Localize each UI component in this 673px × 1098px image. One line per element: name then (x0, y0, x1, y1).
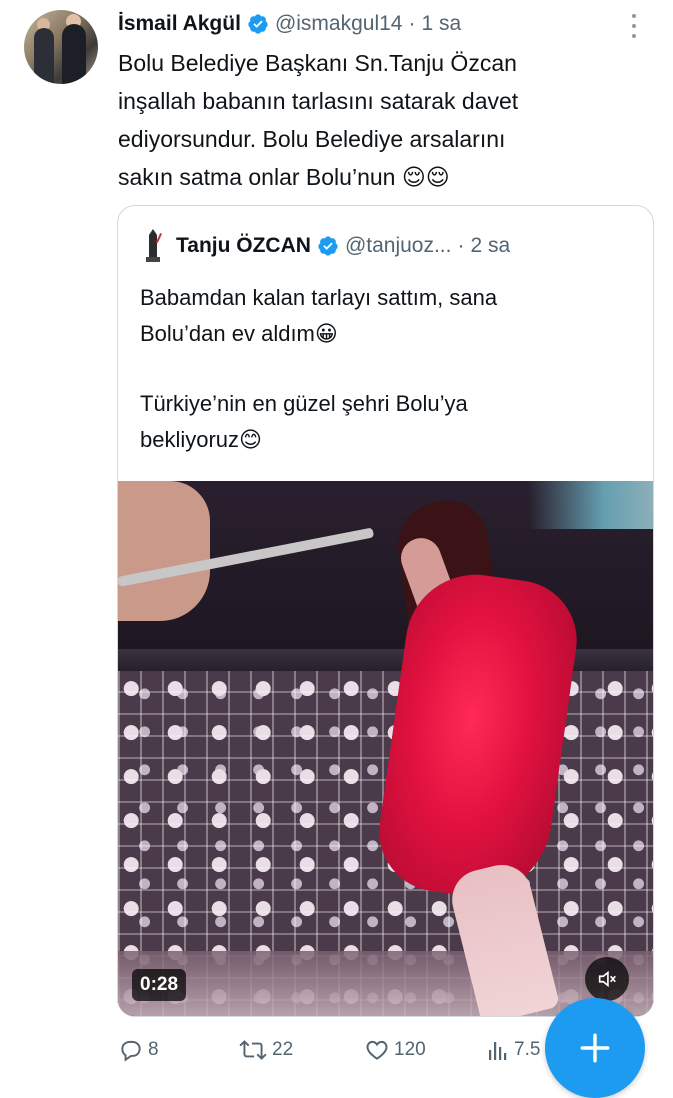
retweet-button[interactable]: 22 (238, 1032, 293, 1068)
like-button[interactable]: 120 (364, 1032, 426, 1068)
tweet-text-line: inşallah babanın tarlasını satarak davet (118, 88, 519, 114)
quoted-tweet-time[interactable]: 2 sa (470, 234, 510, 258)
quoted-text-line: Bolu’dan ev aldım😀 (140, 321, 338, 346)
video-duration: 0:28 (132, 969, 187, 1001)
video-player[interactable]: 0:28 (118, 481, 653, 1016)
tweet[interactable]: İsmail Akgül @ismakgul14 · 1 sa Bolu Bel… (0, 0, 673, 1098)
tweet-text-line: Bolu Belediye Başkanı Sn.Tanju Özcan (118, 50, 517, 76)
separator-dot: · (457, 234, 465, 257)
quoted-author-name[interactable]: Tanju ÖZCAN (176, 234, 311, 258)
verified-badge-icon (317, 235, 339, 257)
author-name[interactable]: İsmail Akgül (118, 12, 241, 36)
author-avatar[interactable] (24, 10, 98, 84)
quoted-text-line: bekliyoruz😊 (140, 427, 262, 452)
mute-icon[interactable] (585, 957, 629, 1001)
views-button[interactable]: 7.5 (488, 1032, 540, 1068)
quoted-text-line: Türkiye’nin en güzel şehri Bolu’ya (140, 391, 468, 416)
retweet-icon (239, 1040, 267, 1060)
reply-icon (121, 1040, 141, 1062)
tweet-text-line: sakın satma onlar Bolu’nun 😌😌 (118, 164, 450, 190)
retweet-count: 22 (272, 1039, 294, 1060)
quoted-text-line: Babamdan kalan tarlayı sattım, sana (140, 285, 498, 310)
quoted-author-handle[interactable]: @tanjuoz... (345, 234, 452, 258)
views-icon (489, 1042, 507, 1060)
quoted-tweet-header: Tanju ÖZCAN @tanjuoz... · 2 sa (140, 226, 510, 266)
quoted-author-avatar-icon[interactable] (140, 229, 166, 263)
reply-button[interactable]: 8 (118, 1032, 159, 1068)
verified-badge-icon (247, 13, 269, 35)
views-count: 7.5 (514, 1039, 541, 1060)
separator-dot: · (408, 12, 416, 35)
quoted-tweet[interactable]: Tanju ÖZCAN @tanjuoz... · 2 sa Babamdan … (117, 205, 654, 1017)
like-count: 120 (394, 1039, 426, 1060)
tweet-header: İsmail Akgül @ismakgul14 · 1 sa (118, 4, 461, 44)
reply-count: 8 (148, 1039, 159, 1060)
tweet-text: Bolu Belediye Başkanı Sn.Tanju Özcan inş… (118, 44, 648, 196)
quoted-tweet-text: Babamdan kalan tarlayı sattım, sana Bolu… (140, 280, 640, 458)
compose-button[interactable] (545, 998, 645, 1098)
author-handle[interactable]: @ismakgul14 (275, 12, 403, 36)
tweet-time[interactable]: 1 sa (421, 12, 461, 36)
tweet-text-line: ediyorsundur. Bolu Belediye arsalarını (118, 126, 506, 152)
more-options-icon[interactable] (626, 14, 642, 38)
plus-icon (580, 1033, 610, 1063)
heart-icon (366, 1040, 388, 1060)
